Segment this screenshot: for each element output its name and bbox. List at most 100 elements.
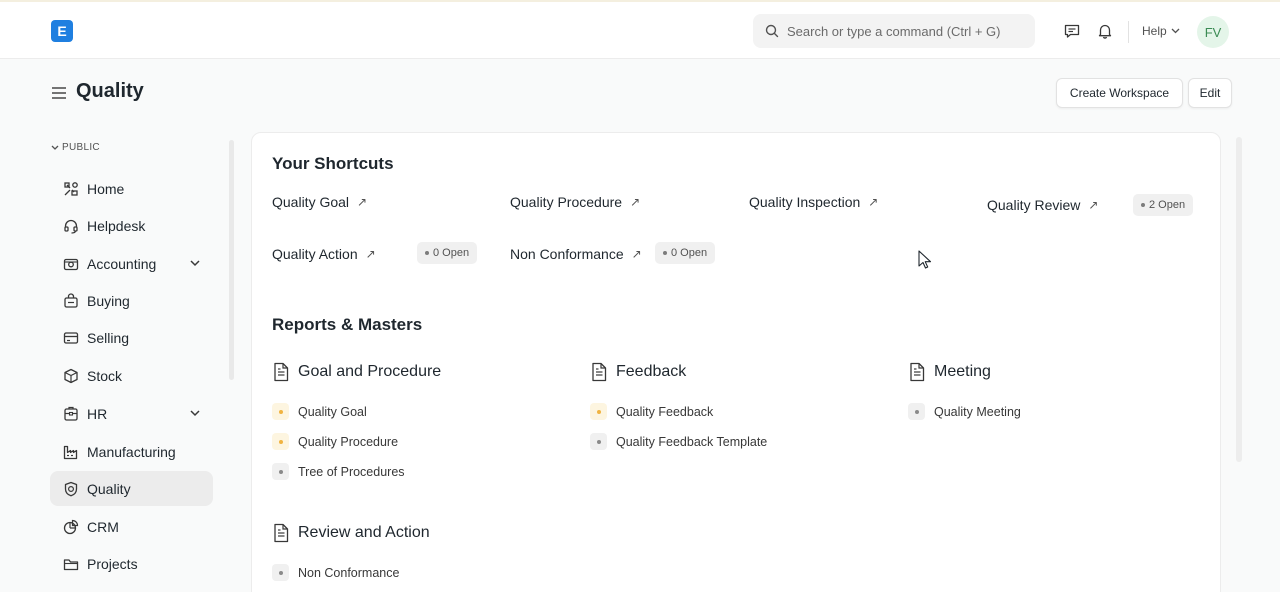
link-quality-goal[interactable]: Quality Goal xyxy=(272,403,367,420)
card-feedback: Feedback xyxy=(590,362,686,382)
sidebar-item-label: Accounting xyxy=(87,255,157,272)
shortcut-non-conformance[interactable]: Non Conformance ↗ xyxy=(510,246,642,262)
card-goal-and-procedure: Goal and Procedure xyxy=(272,362,441,382)
reports-heading: Reports & Masters xyxy=(272,315,423,334)
shortcut-quality-inspection[interactable]: Quality Inspection ↗ xyxy=(749,194,878,210)
bullet-icon xyxy=(590,433,607,450)
basket-icon xyxy=(62,292,80,310)
shortcut-quality-action[interactable]: Quality Action ↗ xyxy=(272,246,376,262)
document-icon xyxy=(592,362,607,382)
shortcut-label: Quality Goal xyxy=(272,194,350,210)
id-card-icon xyxy=(62,405,80,423)
link-quality-feedback[interactable]: Quality Feedback xyxy=(590,403,713,420)
avatar[interactable]: FV xyxy=(1197,16,1229,48)
sidebar-item-label: Helpdesk xyxy=(87,217,146,234)
help-dropdown[interactable]: Help xyxy=(1142,24,1180,38)
bullet-icon xyxy=(272,403,289,420)
crm-icon xyxy=(62,518,80,536)
document-icon xyxy=(910,362,925,382)
sidebar-item-buying[interactable]: Buying xyxy=(50,283,213,318)
arrow-up-right-icon: ↗ xyxy=(365,247,376,261)
sidebar-item-label: Stock xyxy=(87,367,123,384)
card-title: Goal and Procedure xyxy=(298,363,442,380)
sidebar-item-home[interactable]: Home xyxy=(50,171,213,206)
folder-icon xyxy=(62,555,80,573)
status-badge: 0 Open xyxy=(655,242,716,264)
accounting-icon xyxy=(62,255,80,273)
card-meeting: Meeting xyxy=(908,362,991,382)
chat-icon[interactable] xyxy=(1063,22,1081,40)
chevron-down-icon[interactable] xyxy=(189,256,201,270)
card-title: Meeting xyxy=(934,363,991,380)
shortcut-label: Quality Procedure xyxy=(510,194,623,210)
sidebar-item-hr[interactable]: HR xyxy=(50,396,213,431)
edit-button[interactable]: Edit xyxy=(1188,78,1232,108)
card-icon xyxy=(62,329,80,347)
shield-icon xyxy=(62,480,80,498)
factory-icon xyxy=(62,443,80,461)
bell-icon[interactable] xyxy=(1096,22,1114,40)
chevron-down-icon[interactable] xyxy=(189,406,201,420)
mouse-cursor-icon xyxy=(918,250,932,269)
sidebar-item-label: Selling xyxy=(87,329,130,346)
badge-label: 2 Open xyxy=(1149,199,1186,211)
main-scrollbar[interactable] xyxy=(1236,137,1242,462)
sidebar-item-label: Home xyxy=(87,180,125,197)
bullet-icon xyxy=(272,433,289,450)
status-badge: 2 Open xyxy=(1133,194,1194,216)
sidebar-item-helpdesk[interactable]: Helpdesk xyxy=(50,208,213,243)
sidebar-item-projects[interactable]: Projects xyxy=(50,546,213,581)
shortcut-quality-procedure[interactable]: Quality Procedure ↗ xyxy=(510,194,640,210)
document-icon xyxy=(274,523,289,543)
badge-dot xyxy=(663,251,667,255)
search-bar[interactable] xyxy=(753,14,1035,48)
link-tree-of-procedures[interactable]: Tree of Procedures xyxy=(272,463,405,480)
card-title: Review and Action xyxy=(298,524,430,541)
search-input[interactable] xyxy=(787,23,1027,39)
link-label: Tree of Procedures xyxy=(298,464,405,479)
link-label: Quality Feedback xyxy=(616,404,714,419)
sidebar-item-stock[interactable]: Stock xyxy=(50,358,213,393)
link-label: Quality Feedback Template xyxy=(616,434,768,449)
sidebar-item-label: HR xyxy=(87,405,108,422)
arrow-up-right-icon: ↗ xyxy=(631,247,642,261)
link-quality-meeting[interactable]: Quality Meeting xyxy=(908,403,1021,420)
badge-dot xyxy=(425,251,429,255)
shortcut-label: Non Conformance xyxy=(510,246,624,262)
badge-label: 0 Open xyxy=(671,247,708,259)
card-title: Feedback xyxy=(616,363,687,380)
sidebar-scrollbar[interactable] xyxy=(229,140,234,380)
create-workspace-button[interactable]: Create Workspace xyxy=(1056,78,1183,108)
navbar-divider xyxy=(1128,21,1129,43)
link-quality-feedback-template[interactable]: Quality Feedback Template xyxy=(590,433,767,450)
link-quality-procedure[interactable]: Quality Procedure xyxy=(272,433,398,450)
sidebar-item-manufacturing[interactable]: Manufacturing xyxy=(50,434,213,469)
sidebar-item-accounting[interactable]: Accounting xyxy=(50,246,213,281)
arrow-up-right-icon: ↗ xyxy=(630,195,641,209)
chevron-down-icon xyxy=(1171,28,1180,34)
shortcut-quality-review[interactable]: Quality Review ↗ xyxy=(987,197,1098,213)
sidebar-item-selling[interactable]: Selling xyxy=(50,320,213,355)
bullet-icon xyxy=(590,403,607,420)
sidebar-item-label: Buying xyxy=(87,292,130,309)
sidebar-section-public[interactable]: PUBLIC xyxy=(51,142,100,153)
sidebar-section-label: PUBLIC xyxy=(62,142,100,153)
headset-icon xyxy=(62,217,80,235)
link-label: Quality Goal xyxy=(298,404,367,419)
shortcuts-heading: Your Shortcuts xyxy=(272,154,394,173)
app-logo[interactable]: E xyxy=(51,20,73,42)
shortcut-quality-goal[interactable]: Quality Goal ↗ xyxy=(272,194,367,210)
arrow-up-right-icon: ↗ xyxy=(357,195,368,209)
sidebar-item-quality[interactable]: Quality xyxy=(50,471,213,506)
shortcut-label: Quality Action xyxy=(272,246,358,262)
sidebar-toggle-icon[interactable] xyxy=(51,86,67,100)
bullet-icon xyxy=(908,403,925,420)
navbar: E Help FV xyxy=(0,0,1280,59)
sidebar-item-crm[interactable]: CRM xyxy=(50,509,213,544)
sidebar-item-label: CRM xyxy=(87,518,119,535)
link-non-conformance[interactable]: Non Conformance xyxy=(272,564,399,581)
arrow-up-right-icon: ↗ xyxy=(868,195,879,209)
link-label: Quality Meeting xyxy=(934,404,1021,419)
box-icon xyxy=(62,367,80,385)
bullet-icon xyxy=(272,463,289,480)
